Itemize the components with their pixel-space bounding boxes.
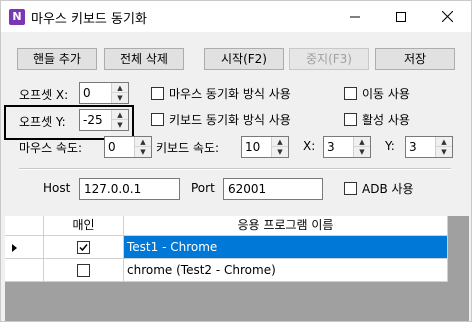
maximize-button[interactable] <box>378 1 424 32</box>
host-input[interactable]: 127.0.0.1 <box>79 178 180 200</box>
check-icon <box>79 244 88 252</box>
offset-x-value: 0 <box>83 86 91 100</box>
table-row-checkbox-cell[interactable] <box>44 259 124 282</box>
keyboard-speed-label: 키보드 속도: <box>156 141 220 155</box>
spinner-arrows: ▲ ▼ <box>435 137 452 157</box>
minimize-icon <box>350 16 360 17</box>
grid-header-app-name[interactable]: 응용 프로그램 이름 <box>124 216 448 236</box>
application-grid: 매인 응용 프로그램 이름 Test1 - Chrome chrome (Tes… <box>5 216 469 321</box>
adb-use-label: ADB 사용 <box>362 182 414 196</box>
port-input[interactable]: 62001 <box>223 178 323 200</box>
offset-y-value: -25 <box>83 113 103 127</box>
spinner-arrows: ▲ ▼ <box>134 137 151 157</box>
adb-use-checkbox[interactable] <box>344 182 357 195</box>
offset-x-label: 오프셋 X: <box>19 88 69 102</box>
offset-y-label: 오프셋 Y: <box>19 115 66 129</box>
offset-y-spinner[interactable]: -25 ▲ ▼ <box>79 109 129 131</box>
spin-down-icon[interactable]: ▼ <box>354 147 370 157</box>
mouse-sync-checkbox[interactable] <box>151 87 164 100</box>
keyboard-speed-value: 10 <box>245 140 261 154</box>
coord-x-label: X: <box>303 139 316 153</box>
app-icon: N <box>9 9 25 25</box>
title-bar: N 마우스 키보드 동기화 <box>1 1 471 32</box>
spin-up-icon[interactable]: ▲ <box>112 110 128 120</box>
coord-x-value: 3 <box>327 140 335 154</box>
spin-up-icon[interactable]: ▲ <box>354 137 370 147</box>
spinner-arrows: ▲ ▼ <box>271 137 288 157</box>
separator <box>19 168 451 170</box>
spin-down-icon[interactable]: ▼ <box>112 93 128 103</box>
keyboard-sync-label: 키보드 동기화 방식 사용 <box>169 113 291 127</box>
maximize-icon <box>396 11 406 22</box>
stop-button[interactable]: 중지(F3) <box>289 48 369 70</box>
spin-down-icon[interactable]: ▼ <box>112 120 128 130</box>
spin-down-icon[interactable]: ▼ <box>135 147 151 157</box>
spin-up-icon[interactable]: ▲ <box>135 137 151 147</box>
spinner-arrows: ▲ ▼ <box>353 137 370 157</box>
row-header[interactable] <box>5 259 44 282</box>
active-use-checkbox[interactable] <box>344 113 357 126</box>
row-header[interactable] <box>5 236 44 259</box>
start-button[interactable]: 시작(F2) <box>204 48 284 70</box>
keyboard-sync-checkbox[interactable] <box>151 113 164 126</box>
coord-y-label: Y: <box>385 139 395 153</box>
add-handle-button[interactable]: 핸들 추가 <box>17 48 97 70</box>
spin-down-icon[interactable]: ▼ <box>272 147 288 157</box>
grid-corner-header <box>5 216 44 236</box>
delete-all-button[interactable]: 전체 삭제 <box>104 48 184 70</box>
table-row-checkbox-cell[interactable] <box>44 236 124 259</box>
mouse-speed-spinner[interactable]: 0 ▲ ▼ <box>104 136 152 158</box>
row-main-checkbox[interactable] <box>77 241 90 254</box>
port-label: Port <box>191 181 215 195</box>
current-row-icon <box>12 244 17 252</box>
spinner-arrows: ▲ ▼ <box>111 83 128 103</box>
mouse-sync-label: 마우스 동기화 방식 사용 <box>169 87 291 101</box>
move-use-label: 이동 사용 <box>362 87 410 101</box>
spinner-arrows: ▲ ▼ <box>111 110 128 130</box>
spin-up-icon[interactable]: ▲ <box>272 137 288 147</box>
spin-up-icon[interactable]: ▲ <box>112 83 128 93</box>
table-row-name-cell[interactable]: Test1 - Chrome <box>124 236 448 259</box>
coord-y-value: 3 <box>409 140 417 154</box>
client-area: 핸들 추가 전체 삭제 시작(F2) 중지(F3) 저장 오프셋 X: 0 ▲ … <box>1 32 471 321</box>
minimize-button[interactable] <box>332 1 378 32</box>
host-label: Host <box>43 181 71 195</box>
app-window: N 마우스 키보드 동기화 핸들 추가 전체 삭제 시작(F2) 중지(F3) … <box>0 0 472 322</box>
keyboard-speed-spinner[interactable]: 10 ▲ ▼ <box>241 136 289 158</box>
spin-up-icon[interactable]: ▲ <box>436 137 452 147</box>
offset-x-spinner[interactable]: 0 ▲ ▼ <box>79 82 129 104</box>
mouse-speed-label: 마우스 속도: <box>19 141 83 155</box>
active-use-label: 활성 사용 <box>362 113 410 127</box>
row-main-checkbox[interactable] <box>77 264 90 277</box>
grid-header-main[interactable]: 매인 <box>44 216 124 236</box>
coord-x-spinner[interactable]: 3 ▲ ▼ <box>323 136 371 158</box>
close-icon <box>441 11 453 22</box>
coord-y-spinner[interactable]: 3 ▲ ▼ <box>405 136 453 158</box>
table-row-name-cell[interactable]: chrome (Test2 - Chrome) <box>124 259 448 282</box>
close-button[interactable] <box>424 1 470 32</box>
mouse-speed-value: 0 <box>108 140 116 154</box>
window-title: 마우스 키보드 동기화 <box>31 12 147 27</box>
move-use-checkbox[interactable] <box>344 87 357 100</box>
spin-down-icon[interactable]: ▼ <box>436 147 452 157</box>
save-button[interactable]: 저장 <box>375 48 455 70</box>
